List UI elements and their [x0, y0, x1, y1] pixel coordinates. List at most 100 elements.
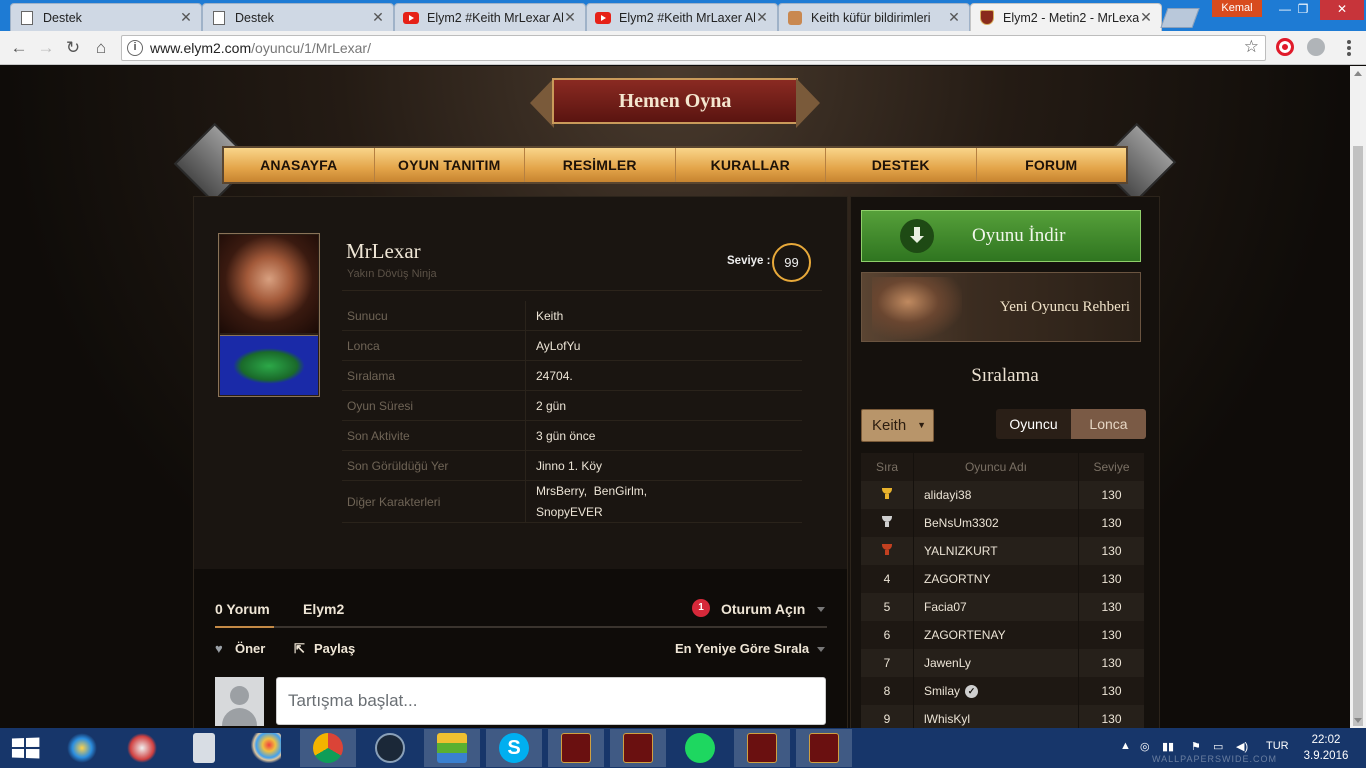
new-tab-button[interactable]: [1160, 8, 1200, 28]
chevron-down-icon[interactable]: [817, 647, 825, 652]
profile-button[interactable]: Kemal: [1212, 0, 1262, 17]
player-name-cell[interactable]: Facia07: [913, 593, 1079, 621]
other-characters-line[interactable]: MrsBerry, BenGirlm,: [536, 481, 802, 502]
nav-game-intro[interactable]: OYUN TANITIM: [375, 148, 525, 182]
download-game-button[interactable]: Oyunu İndir: [861, 210, 1141, 262]
extension-icon[interactable]: [1307, 38, 1325, 56]
nav-pictures[interactable]: RESİMLER: [525, 148, 676, 182]
browser-tab-active[interactable]: Elym2 - Metin2 - MrLexa ✕: [970, 3, 1162, 31]
game-client-icon[interactable]: [548, 729, 604, 767]
info-row: Son Aktivite 3 gün önce: [342, 421, 802, 451]
snipping-tool-icon[interactable]: [114, 729, 170, 767]
close-icon[interactable]: ✕: [179, 9, 193, 26]
play-now-button[interactable]: Hemen Oyna: [530, 70, 820, 132]
table-row[interactable]: 6 ZAGORTENAY 130: [861, 621, 1144, 649]
table-row[interactable]: 4 ZAGORTNY 130: [861, 565, 1144, 593]
chevron-down-icon[interactable]: [817, 607, 825, 612]
address-bar[interactable]: i www.elym2.com/oyuncu/1/MrLexar/ ☆: [121, 35, 1266, 61]
language-indicator[interactable]: TUR: [1266, 740, 1289, 752]
system-clock[interactable]: 22:02 3.9.2016: [1296, 732, 1356, 764]
ie-icon[interactable]: [54, 729, 110, 767]
browser-toolbar: ← → ↻ ⌂ i www.elym2.com/oyuncu/1/MrLexar…: [0, 31, 1366, 65]
tray-network-icon[interactable]: ▮▮: [1162, 740, 1174, 753]
player-name-cell[interactable]: JawenLy: [913, 649, 1079, 677]
table-row[interactable]: YALNIZKURT 130: [861, 537, 1144, 565]
forward-arrow-icon[interactable]: →: [35, 37, 57, 59]
player-name-cell[interactable]: YALNIZKURT: [913, 537, 1079, 565]
close-icon[interactable]: ✕: [1139, 9, 1153, 26]
player-name-cell[interactable]: ZAGORTNY: [913, 565, 1079, 593]
info-icon[interactable]: i: [127, 40, 143, 56]
recommend-button[interactable]: ♥ Öner: [215, 641, 265, 656]
scrollbar-thumb[interactable]: [1353, 146, 1363, 726]
browser-menu-icon[interactable]: [1341, 38, 1357, 58]
toggle-player[interactable]: Oyuncu: [996, 409, 1071, 439]
nav-forum[interactable]: FORUM: [977, 148, 1127, 182]
bluestacks-icon[interactable]: [424, 729, 480, 767]
other-characters-line[interactable]: SnopyEVER: [536, 502, 802, 523]
table-row[interactable]: 7 JawenLy 130: [861, 649, 1144, 677]
window-close-icon[interactable]: ✕: [1320, 0, 1364, 20]
table-row[interactable]: BeNsUm3302 130: [861, 509, 1144, 537]
skype-icon[interactable]: S: [486, 729, 542, 767]
close-icon[interactable]: ✕: [755, 9, 769, 26]
tray-flag-icon[interactable]: ⚑: [1191, 740, 1201, 753]
browser-tab[interactable]: Destek ✕: [10, 3, 202, 31]
player-name-cell[interactable]: lWhisKyl: [913, 705, 1079, 728]
back-arrow-icon[interactable]: ←: [8, 37, 30, 59]
toggle-guild[interactable]: Lonca: [1071, 409, 1146, 439]
bookmark-star-icon[interactable]: ☆: [1244, 37, 1259, 57]
calculator-icon[interactable]: [176, 729, 232, 767]
nav-support[interactable]: DESTEK: [826, 148, 977, 182]
scroll-down-arrow[interactable]: [1354, 718, 1362, 723]
tray-steam-icon[interactable]: ◎: [1140, 740, 1150, 753]
home-icon[interactable]: ⌂: [90, 37, 112, 59]
info-key: Lonca: [342, 331, 526, 360]
sort-dropdown[interactable]: En Yeniye Göre Sırala: [675, 641, 809, 656]
close-icon[interactable]: ✕: [563, 9, 577, 26]
tray-volume-icon[interactable]: ◀): [1236, 740, 1248, 753]
nav-rules[interactable]: KURALLAR: [676, 148, 826, 182]
scroll-up-arrow[interactable]: [1354, 71, 1362, 76]
info-row: Oyun Süresi 2 gün: [342, 391, 802, 421]
other-characters-list: MrsBerry, BenGirlm, SnopyEVER: [526, 481, 802, 523]
table-row[interactable]: 8 Smilay ✓ 130: [861, 677, 1144, 705]
restore-icon[interactable]: ❐: [1286, 0, 1320, 20]
table-row[interactable]: 5 Facia07 130: [861, 593, 1144, 621]
opera-extension-icon[interactable]: [1276, 38, 1294, 56]
table-row[interactable]: 9 lWhisKyl 130: [861, 705, 1144, 728]
game-client-icon[interactable]: [734, 729, 790, 767]
player-name-cell[interactable]: ZAGORTENAY: [913, 621, 1079, 649]
login-button[interactable]: Oturum Açın: [721, 601, 805, 617]
player-name-cell[interactable]: BeNsUm3302: [913, 509, 1079, 537]
share-button[interactable]: ⇱ Paylaş: [294, 641, 355, 656]
windows-start-icon[interactable]: [11, 737, 40, 759]
chrome-icon[interactable]: [300, 729, 356, 767]
paint-icon[interactable]: [238, 729, 294, 767]
game-client-icon[interactable]: [796, 729, 852, 767]
player-name-cell[interactable]: Smilay ✓: [913, 677, 1079, 705]
tab-community[interactable]: Elym2: [303, 601, 344, 617]
browser-tab[interactable]: Elym2 #Keith MrLexar Al ✕: [394, 3, 586, 31]
discussion-input[interactable]: Tartışma başlat...: [276, 677, 826, 725]
reload-icon[interactable]: ↻: [62, 37, 84, 59]
player-name-cell[interactable]: alidayi38: [913, 481, 1079, 509]
nav-home[interactable]: ANASAYFA: [224, 148, 375, 182]
table-row[interactable]: alidayi38 130: [861, 481, 1144, 509]
browser-tab[interactable]: Elym2 #Keith MrLaxer Al ✕: [586, 3, 778, 31]
game-client-icon[interactable]: [610, 729, 666, 767]
browser-tab[interactable]: Destek ✕: [202, 3, 394, 31]
close-icon[interactable]: ✕: [371, 9, 385, 26]
server-select[interactable]: Keith ▼: [861, 409, 934, 442]
page-scrollbar[interactable]: [1350, 66, 1366, 728]
browser-tab[interactable]: Keith küfür bildirimleri ✕: [778, 3, 970, 31]
player-name-text: alidayi38: [924, 488, 972, 502]
steam-icon[interactable]: [362, 729, 418, 767]
spotify-icon[interactable]: [672, 729, 728, 767]
tray-display-icon[interactable]: ▭: [1213, 740, 1223, 753]
tray-chevron-icon[interactable]: ▲: [1120, 740, 1131, 752]
close-icon[interactable]: ✕: [947, 9, 961, 26]
youtube-icon: [403, 10, 419, 26]
tab-comment-count[interactable]: 0 Yorum: [215, 601, 270, 617]
new-player-guide-banner[interactable]: Yeni Oyuncu Rehberi: [861, 272, 1141, 342]
